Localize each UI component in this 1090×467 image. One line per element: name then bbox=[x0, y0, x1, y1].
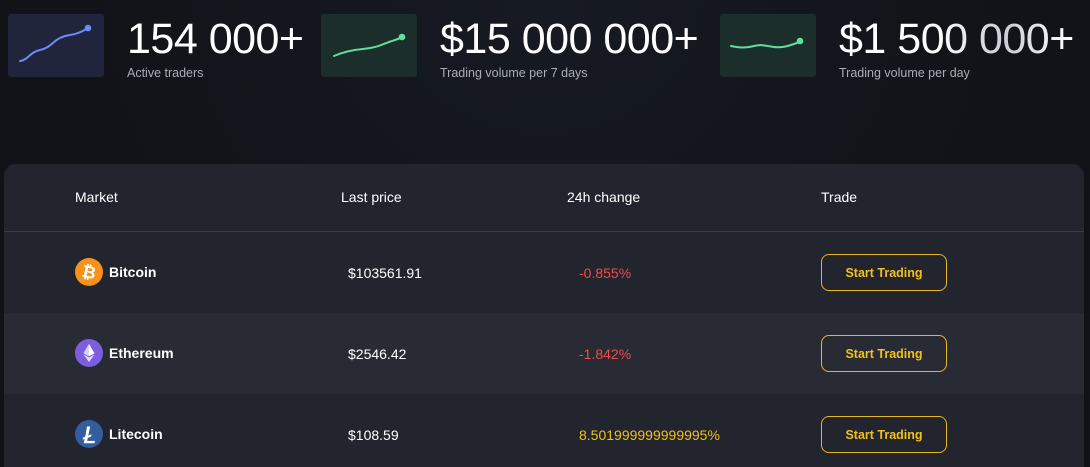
market-cell: ₿ Bitcoin bbox=[75, 258, 156, 286]
market-cell: Litecoin bbox=[75, 420, 163, 448]
trend-line-icon bbox=[321, 14, 417, 77]
stats-bar: 154 000+ Active traders $15 000 000+ Tra… bbox=[0, 0, 1090, 100]
header-trade: Trade bbox=[821, 189, 858, 205]
coin-name: Bitcoin bbox=[109, 264, 157, 280]
start-trading-button[interactable]: Start Trading bbox=[821, 254, 947, 291]
trend-line-icon bbox=[8, 14, 104, 77]
header-24h-change: 24h change bbox=[567, 189, 641, 205]
svg-text:₿: ₿ bbox=[80, 262, 98, 283]
table-header: Market Last price 24h change Trade bbox=[4, 164, 1084, 232]
last-price: $103561.91 bbox=[348, 265, 422, 281]
table-row: ₿ Bitcoin $103561.91 -0.855% Start Tradi… bbox=[4, 232, 1084, 313]
bitcoin-icon: ₿ bbox=[75, 258, 103, 286]
stat-label: Trading volume per 7 days bbox=[440, 66, 588, 80]
litecoin-icon bbox=[75, 420, 103, 448]
stat-label: Trading volume per day bbox=[839, 66, 970, 80]
start-trading-button[interactable]: Start Trading bbox=[821, 416, 947, 453]
header-market: Market bbox=[75, 189, 118, 205]
table-row: Litecoin $108.59 8.501999999999995% Star… bbox=[4, 394, 1084, 467]
change-value: -0.855% bbox=[579, 265, 632, 281]
start-trading-button[interactable]: Start Trading bbox=[821, 335, 947, 372]
table-row: Ethereum $2546.42 -1.842% Start Trading bbox=[4, 313, 1084, 394]
coin-name: Ethereum bbox=[109, 345, 174, 361]
header-last-price: Last price bbox=[341, 189, 402, 205]
stat-value: $15 000 000+ bbox=[440, 15, 699, 63]
market-cell: Ethereum bbox=[75, 339, 174, 367]
change-value: 8.501999999999995% bbox=[579, 427, 720, 443]
stat-value: $1 500 000+ bbox=[839, 15, 1074, 63]
last-price: $108.59 bbox=[348, 427, 399, 443]
market-table: Market Last price 24h change Trade ₿ Bit… bbox=[4, 164, 1084, 467]
coin-name: Litecoin bbox=[109, 426, 163, 442]
change-value: -1.842% bbox=[579, 346, 632, 362]
ethereum-icon bbox=[75, 339, 103, 367]
stat-label: Active traders bbox=[127, 66, 204, 80]
stat-value: 154 000+ bbox=[127, 15, 304, 63]
last-price: $2546.42 bbox=[348, 346, 407, 362]
trend-line-icon bbox=[720, 14, 816, 77]
